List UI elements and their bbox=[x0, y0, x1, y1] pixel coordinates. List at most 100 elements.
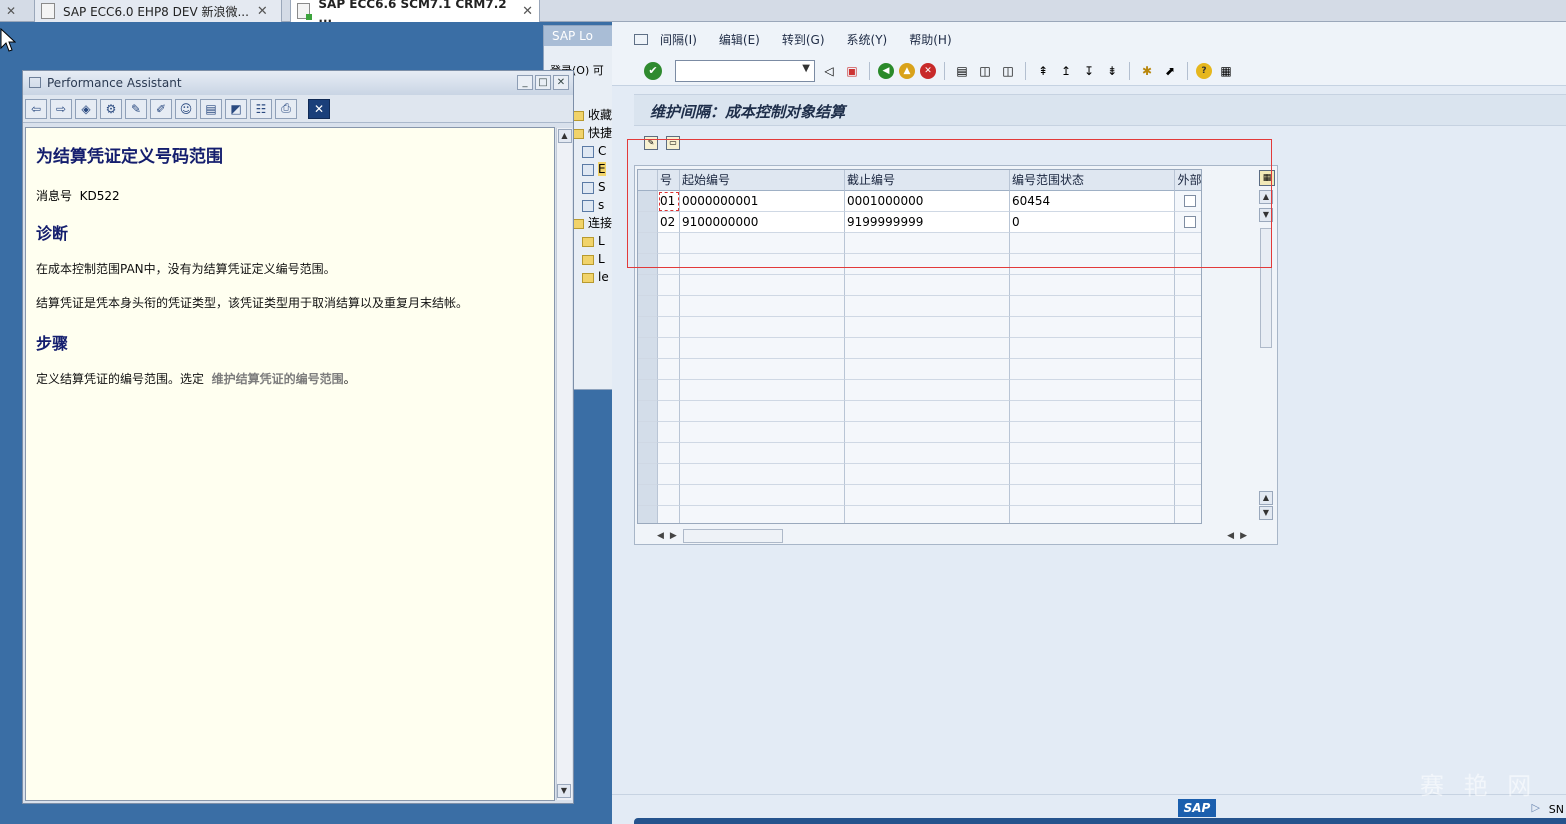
users-icon[interactable]: ☺ bbox=[175, 98, 197, 119]
empty-cell bbox=[1010, 401, 1175, 422]
forward-arrow-icon[interactable]: ⇨ bbox=[50, 98, 72, 119]
scroll-left-icon[interactable]: ◀ bbox=[1227, 531, 1234, 541]
shortcut-icon[interactable]: ⬈ bbox=[1161, 62, 1179, 80]
back-icon[interactable]: ◀ bbox=[878, 62, 894, 79]
row-selector[interactable] bbox=[638, 380, 658, 401]
close-icon[interactable]: ✕ bbox=[308, 98, 330, 119]
performance-assistant-window: Performance Assistant _ □ ✕ ⇦ ⇨ ◈ ⚙ ✎ ✐ … bbox=[22, 70, 574, 804]
settings-icon[interactable]: ☷ bbox=[250, 98, 272, 119]
find-icon[interactable]: ◫ bbox=[976, 62, 994, 80]
scroll-thumb[interactable] bbox=[682, 529, 783, 543]
help-icon[interactable]: ? bbox=[1196, 62, 1212, 79]
row-selector[interactable] bbox=[638, 464, 658, 485]
procedure-text: 定义结算凭证的编号范围。选定 维护结算凭证的编号范围。 bbox=[36, 372, 356, 386]
message-number: 消息号 KD522 bbox=[36, 189, 120, 203]
tab-sap-ecc6-scm[interactable]: SAP ECC6.6 SCM7.1 CRM7.2 ... ✕ bbox=[290, 0, 540, 25]
row-selector[interactable] bbox=[638, 401, 658, 422]
row-selector[interactable] bbox=[638, 422, 658, 443]
enter-check-icon[interactable]: ✔ bbox=[644, 61, 662, 80]
tree-item[interactable]: E bbox=[572, 160, 612, 178]
empty-cell bbox=[1175, 443, 1201, 464]
separator bbox=[1187, 61, 1188, 80]
command-field[interactable]: ▼ bbox=[675, 59, 815, 82]
technical-info-icon[interactable]: ⚙ bbox=[100, 98, 122, 119]
tab-sap-ecc6-ehp8[interactable]: SAP ECC6.0 EHP8 DEV 新浪微... ✕ bbox=[34, 0, 282, 22]
scroll-right-icon[interactable]: ▶ bbox=[670, 531, 677, 541]
empty-cell bbox=[680, 422, 845, 443]
empty-cell bbox=[1175, 506, 1201, 523]
horizontal-scrollbar[interactable]: ◀ ▶ ◀ ▶ bbox=[657, 528, 1247, 544]
save-icon[interactable]: ▣ bbox=[843, 62, 861, 80]
row-selector[interactable] bbox=[638, 275, 658, 296]
status-expand-icon[interactable]: ▷ bbox=[1532, 801, 1540, 814]
find-next-icon[interactable]: ◫ bbox=[999, 62, 1017, 80]
system-menu-icon[interactable] bbox=[634, 33, 648, 45]
tree-item[interactable]: C bbox=[572, 142, 612, 160]
note-icon[interactable]: ✐ bbox=[150, 98, 172, 119]
next-page-icon[interactable]: ↧ bbox=[1080, 62, 1098, 80]
sap-logo: SAP bbox=[1178, 799, 1216, 817]
previous-page-icon[interactable]: ↥ bbox=[1057, 62, 1075, 80]
row-selector[interactable] bbox=[638, 317, 658, 338]
book-icon[interactable]: ◈ bbox=[75, 98, 97, 119]
empty-cell bbox=[680, 275, 845, 296]
exit-icon[interactable]: ▲ bbox=[899, 62, 915, 79]
tree-item[interactable]: 收藏 bbox=[572, 106, 612, 124]
first-page-icon[interactable]: ⇞ bbox=[1034, 62, 1052, 80]
scroll-down-icon[interactable]: ▼ bbox=[557, 784, 571, 798]
window-title-bar[interactable]: Performance Assistant _ □ ✕ bbox=[23, 71, 573, 95]
vertical-scrollbar[interactable]: ▲ ▼ bbox=[556, 128, 572, 800]
tree-item[interactable]: L bbox=[572, 250, 612, 268]
close-icon[interactable]: ✕ bbox=[522, 4, 533, 19]
back-arrow-icon[interactable]: ⇦ bbox=[25, 98, 47, 119]
menu-goto[interactable]: 转到(G) bbox=[782, 31, 825, 48]
new-session-icon[interactable]: ✱ bbox=[1138, 62, 1156, 80]
tree-item[interactable]: 连接 bbox=[572, 214, 612, 232]
list-icon[interactable]: ▤ bbox=[200, 98, 222, 119]
menu-system[interactable]: 系统(Y) bbox=[847, 31, 888, 48]
menu-interval[interactable]: 间隔(I) bbox=[660, 31, 697, 48]
close-icon[interactable]: ✕ bbox=[6, 0, 16, 22]
tree-item[interactable]: 快捷 bbox=[572, 124, 612, 142]
row-selector[interactable] bbox=[638, 443, 658, 464]
scroll-down-icon[interactable]: ▼ bbox=[1259, 506, 1273, 520]
scroll-right-icon[interactable]: ▶ bbox=[1240, 531, 1247, 541]
row-selector[interactable] bbox=[638, 338, 658, 359]
close-icon[interactable]: ✕ bbox=[257, 4, 268, 19]
row-selector[interactable] bbox=[638, 359, 658, 380]
diagnosis-text: 结算凭证是凭本身头衔的凭证类型，该凭证类型用于取消结算以及重复月末结帐。 bbox=[36, 296, 469, 310]
empty-cell bbox=[1175, 401, 1201, 422]
last-page-icon[interactable]: ⇟ bbox=[1103, 62, 1121, 80]
cancel-icon[interactable]: ✕ bbox=[920, 62, 936, 79]
procedure-link[interactable]: 维护结算凭证的编号范围 bbox=[212, 372, 344, 386]
scroll-up-icon[interactable]: ▲ bbox=[1259, 491, 1273, 505]
tree-item[interactable]: s bbox=[572, 196, 612, 214]
empty-cell bbox=[1010, 317, 1175, 338]
empty-cell bbox=[680, 464, 845, 485]
tree-item[interactable]: S bbox=[572, 178, 612, 196]
empty-cell bbox=[845, 380, 1010, 401]
minimize-button[interactable]: _ bbox=[517, 75, 533, 90]
edit-icon[interactable]: ✎ bbox=[125, 98, 147, 119]
maximize-button[interactable]: □ bbox=[535, 75, 551, 90]
menu-edit[interactable]: 编辑(E) bbox=[719, 31, 760, 48]
print-icon[interactable]: ⎙ bbox=[275, 98, 297, 119]
separator bbox=[1025, 61, 1026, 80]
table-row-empty bbox=[638, 296, 1201, 317]
tree-item[interactable]: le bbox=[572, 268, 612, 286]
menu-help[interactable]: 帮助(H) bbox=[909, 31, 951, 48]
scroll-up-icon[interactable]: ▲ bbox=[557, 129, 572, 143]
empty-cell bbox=[680, 443, 845, 464]
row-selector[interactable] bbox=[638, 506, 658, 523]
row-selector[interactable] bbox=[638, 485, 658, 506]
display-icon[interactable]: ◩ bbox=[225, 98, 247, 119]
print-icon[interactable]: ▤ bbox=[953, 62, 971, 80]
collapse-left-icon[interactable]: ◁ bbox=[820, 62, 838, 80]
tree-item[interactable]: L bbox=[572, 232, 612, 250]
close-button[interactable]: ✕ bbox=[553, 75, 569, 90]
system-info[interactable]: SN bbox=[1549, 803, 1564, 816]
scroll-left-icon[interactable]: ◀ bbox=[657, 531, 664, 541]
layout-menu-icon[interactable]: ▦ bbox=[1217, 62, 1235, 80]
row-selector[interactable] bbox=[638, 296, 658, 317]
chevron-down-icon[interactable]: ▼ bbox=[802, 63, 810, 74]
